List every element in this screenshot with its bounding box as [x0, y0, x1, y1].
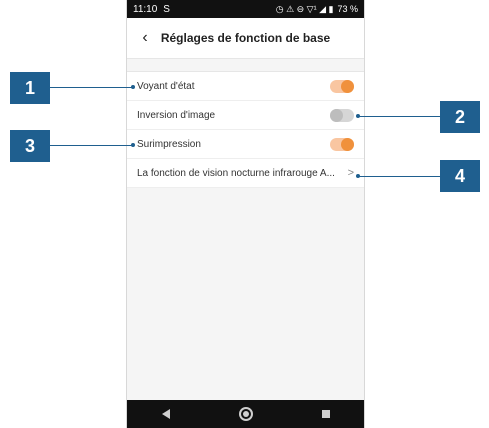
- status-bar: 11:10 S ◷ ⚠ ⊖ ▽¹ ◢ ▮ 73 %: [127, 0, 364, 18]
- battery-level: 73 %: [337, 4, 358, 14]
- setting-row-night-vision[interactable]: La fonction de vision nocturne infraroug…: [127, 159, 364, 188]
- callout-1-dot: [131, 85, 135, 89]
- page-title: Réglages de fonction de base: [160, 31, 331, 45]
- setting-label: La fonction de vision nocturne infraroug…: [137, 167, 335, 179]
- callout-4-leader: [358, 176, 440, 177]
- status-time: 11:10: [133, 3, 158, 15]
- setting-label: Inversion d'image: [137, 109, 216, 121]
- toggle-knob: [341, 79, 354, 93]
- callout-4: 4: [440, 160, 480, 192]
- nav-home-icon[interactable]: [238, 407, 253, 421]
- overlay-toggle[interactable]: [330, 137, 354, 151]
- setting-row-overlay[interactable]: Surimpression: [127, 130, 364, 159]
- status-led-toggle[interactable]: [330, 79, 354, 93]
- callout-4-dot: [356, 174, 360, 178]
- callout-2: 2: [440, 101, 480, 133]
- back-arrow-icon[interactable]: ‹: [135, 28, 155, 48]
- setting-row-status-led[interactable]: Voyant d'état: [127, 72, 364, 101]
- callout-1-leader: [50, 87, 133, 88]
- callout-3-dot: [131, 143, 135, 147]
- toggle-knob: [341, 137, 354, 151]
- nav-back-icon[interactable]: [161, 409, 170, 419]
- callout-3-leader: [50, 145, 133, 146]
- setting-row-image-flip[interactable]: Inversion d'image: [127, 101, 364, 130]
- setting-label: Voyant d'état: [137, 80, 195, 92]
- callout-2-leader: [358, 116, 440, 117]
- callout-3: 3: [10, 130, 50, 162]
- header: ‹ Réglages de fonction de base: [127, 18, 364, 59]
- callout-1: 1: [10, 72, 50, 104]
- phone-screen: 11:10 S ◷ ⚠ ⊖ ▽¹ ◢ ▮ 73 % ‹ Réglages de …: [126, 0, 365, 428]
- android-nav-bar: [127, 400, 364, 428]
- status-app-icon: S: [163, 3, 170, 15]
- image-flip-toggle[interactable]: [330, 108, 354, 122]
- settings-list: Voyant d'état Inversion d'image Surimpre…: [127, 71, 364, 188]
- nav-recent-icon[interactable]: [321, 410, 330, 418]
- toggle-knob: [330, 108, 343, 122]
- chevron-right-icon: >: [347, 167, 354, 179]
- callout-2-dot: [356, 114, 360, 118]
- setting-label: Surimpression: [137, 138, 201, 150]
- status-icons: ◷ ⚠ ⊖ ▽¹ ◢ ▮: [275, 3, 334, 14]
